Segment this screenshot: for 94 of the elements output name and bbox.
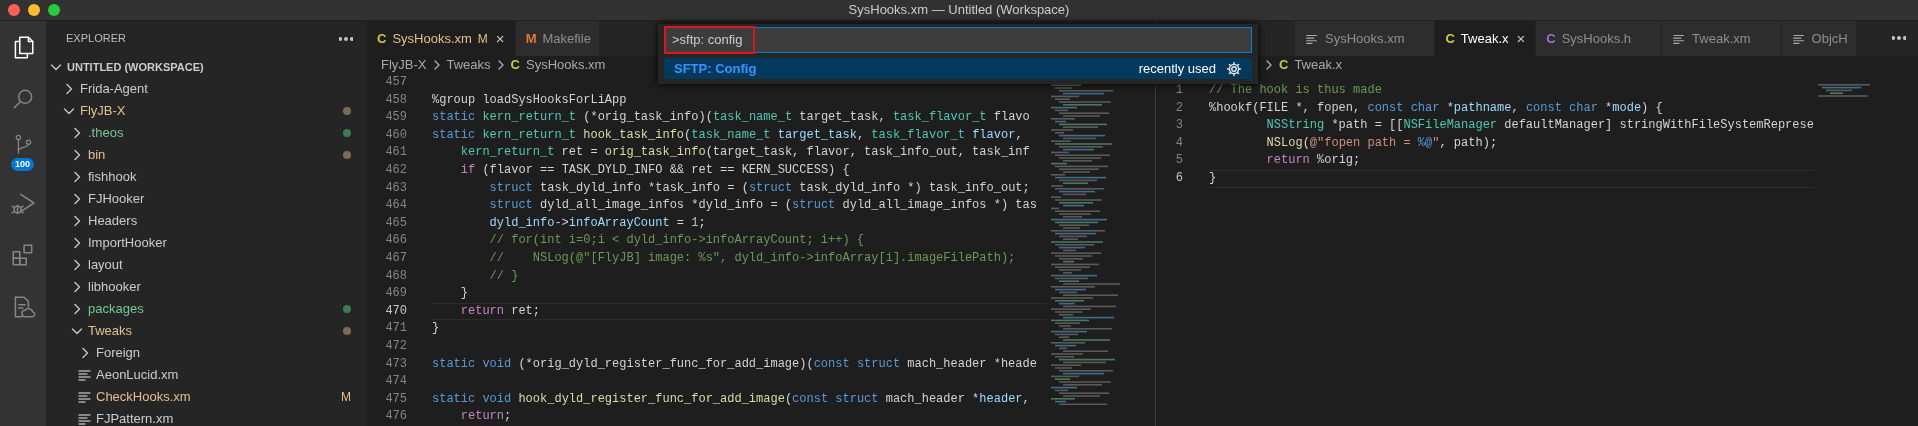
tree-item[interactable]: CheckHooks.xm M bbox=[46, 386, 367, 408]
breadcrumb-item[interactable]: Tweaks bbox=[446, 55, 491, 75]
tree-item[interactable]: Tweaks bbox=[46, 320, 367, 342]
line-number: 473 bbox=[384, 355, 407, 373]
tree-item[interactable]: Foreign bbox=[46, 342, 367, 364]
line-number: 471 bbox=[384, 320, 407, 338]
line-number: 5 bbox=[1174, 152, 1183, 170]
more-icon[interactable] bbox=[1892, 36, 1906, 40]
more-icon[interactable] bbox=[339, 36, 353, 41]
line-number: 457 bbox=[384, 74, 407, 91]
window-close-button[interactable] bbox=[8, 4, 20, 16]
breadcrumb-item[interactable]: C SysHooks.xm bbox=[510, 55, 606, 75]
line-number: 466 bbox=[384, 232, 407, 250]
tree-item[interactable]: AeonLucid.xm bbox=[46, 364, 367, 386]
line-number: 459 bbox=[384, 109, 407, 127]
notification-count: 100 bbox=[11, 158, 35, 171]
code-line: struct dyld_all_image_infos *dyld_info = (struct dyld_all_image_infos *) tas bbox=[488, 197, 1037, 215]
editor-tab[interactable]: M Makefile bbox=[515, 21, 600, 56]
settings-icon[interactable] bbox=[1226, 60, 1242, 77]
code-line: // NSLog(@"[FlyJB] image: %s", dyld_info->infoArray[i].imageFilePath); bbox=[488, 249, 1016, 267]
code-line: } bbox=[432, 320, 440, 338]
code-line: static void hook_dyld_register_func_for_add_image(const struct mach_header *header, bbox=[432, 390, 1030, 408]
tree-item[interactable]: fishhook bbox=[46, 166, 367, 188]
line-number: 472 bbox=[384, 337, 407, 355]
code-line: if (flavor == TASK_DYLD_INFO && ret == KERN_SUCCESS) { bbox=[459, 161, 850, 179]
tree-item[interactable]: bin bbox=[46, 144, 367, 166]
editor-tab[interactable]: C SysHooks.h bbox=[1536, 21, 1663, 56]
line-number: 470 bbox=[384, 302, 407, 320]
tree-item[interactable]: libhooker bbox=[46, 276, 367, 298]
tree-item[interactable]: packages bbox=[46, 298, 367, 320]
line-number: 469 bbox=[384, 285, 407, 303]
code-line: return ret; bbox=[459, 302, 541, 320]
editor-tab[interactable]: ObjcH bbox=[1781, 21, 1857, 56]
line-number: 475 bbox=[384, 390, 407, 408]
minimap-drawing bbox=[1817, 84, 1870, 97]
close-button[interactable]: × bbox=[493, 30, 507, 47]
line-number: 462 bbox=[384, 161, 407, 179]
tree-item[interactable]: .theos bbox=[46, 122, 367, 144]
editor-tab[interactable]: C Tweak.x × bbox=[1435, 21, 1537, 56]
line-number: 465 bbox=[384, 214, 407, 232]
line-number: 476 bbox=[384, 408, 407, 426]
tree-item[interactable]: layout bbox=[46, 254, 367, 276]
breadcrumb-item[interactable]: FlyJB-X bbox=[381, 55, 427, 75]
tree-item[interactable]: ImportHooker bbox=[46, 232, 367, 254]
line-number: 463 bbox=[384, 179, 407, 197]
code-line: static void (*orig_dyld_register_func_for_add_image)(const struct mach_header *heade bbox=[432, 355, 1037, 373]
file-lines-icon bbox=[77, 389, 93, 405]
window-minimize-button[interactable] bbox=[28, 4, 40, 16]
code-line: // } bbox=[488, 267, 519, 285]
tree-item[interactable]: FJPattern.xm bbox=[46, 408, 367, 426]
line-number: 474 bbox=[384, 373, 407, 391]
line-number: 3 bbox=[1174, 117, 1183, 135]
line-number: 464 bbox=[384, 197, 407, 215]
line-number: 467 bbox=[384, 249, 407, 267]
window-zoom-button[interactable] bbox=[48, 4, 60, 16]
code-line: static kern_return_t (*orig_task_info)(task_name_t target_task, task_flavor_t flavo bbox=[432, 109, 1030, 127]
editor-tab[interactable]: SysHooks.xm bbox=[1295, 21, 1436, 56]
window-title: SysHooks.xm — Untitled (Workspace) bbox=[848, 1, 1070, 19]
code-line: NSString *path = [[NSFileManager defaultManager] stringWithFileSystemReprese bbox=[1265, 117, 1814, 135]
code-line: // for(int i=0;i < dyld_info->infoArrayCount; i++) { bbox=[488, 232, 865, 250]
code-line: struct task_dyld_info *task_info = (struct task_dyld_info *) task_info_out; bbox=[488, 179, 1030, 197]
tree-item[interactable]: Headers bbox=[46, 210, 367, 232]
code-line: return %orig; bbox=[1265, 152, 1361, 170]
tree-item[interactable]: FJHooker bbox=[46, 188, 367, 210]
file-lines-icon bbox=[77, 411, 93, 426]
code-line: static kern_return_t hook_task_info(task_name_t target_task, task_flavor_t flavor, bbox=[432, 126, 1023, 144]
code-line: kern_return_t ret = orig_task_info(target_task, flavor, task_info_out, task_inf bbox=[459, 144, 1030, 162]
sidebar-title: EXPLORER bbox=[66, 31, 126, 47]
line-number: 460 bbox=[384, 126, 407, 144]
line-number: 458 bbox=[384, 91, 407, 109]
code-line: %group loadSysHooksForLiApp bbox=[432, 91, 627, 109]
workspace-header[interactable]: UNTITLED (WORKSPACE) bbox=[46, 56, 367, 78]
line-number: 461 bbox=[384, 144, 407, 162]
code-line: } bbox=[1209, 169, 1217, 187]
close-button[interactable]: × bbox=[1514, 30, 1528, 47]
code-line: dyld_info->infoArrayCount = 1; bbox=[488, 214, 706, 232]
tree-item[interactable]: Frida-Agent bbox=[46, 78, 367, 100]
line-number: 2 bbox=[1174, 99, 1183, 117]
editor-tab[interactable]: Tweak.xm bbox=[1662, 21, 1782, 56]
line-number: 1 bbox=[1174, 82, 1183, 99]
code-line: return; bbox=[459, 408, 512, 426]
line-number: 468 bbox=[384, 267, 407, 285]
command-item[interactable]: SFTP: Config recently used bbox=[664, 58, 1252, 79]
code-line: } bbox=[459, 285, 468, 303]
code-line: %hookf(FILE *, fopen, const char *pathname, const char *mode) { bbox=[1209, 99, 1663, 117]
tree-item[interactable]: FlyJB-X bbox=[46, 100, 367, 122]
line-number: 6 bbox=[1174, 169, 1183, 187]
breadcrumb-item[interactable]: C Tweak.x bbox=[1279, 55, 1343, 75]
code-line: // The hook is thus made bbox=[1209, 82, 1382, 99]
editor-tab[interactable]: C SysHooks.xm M × bbox=[367, 21, 516, 56]
command-input[interactable]: >sftp: config bbox=[664, 27, 1252, 53]
file-lines-icon bbox=[77, 367, 93, 383]
code-line: NSLog(@"fopen path = %@", path); bbox=[1265, 134, 1498, 152]
line-number: 4 bbox=[1174, 134, 1183, 152]
